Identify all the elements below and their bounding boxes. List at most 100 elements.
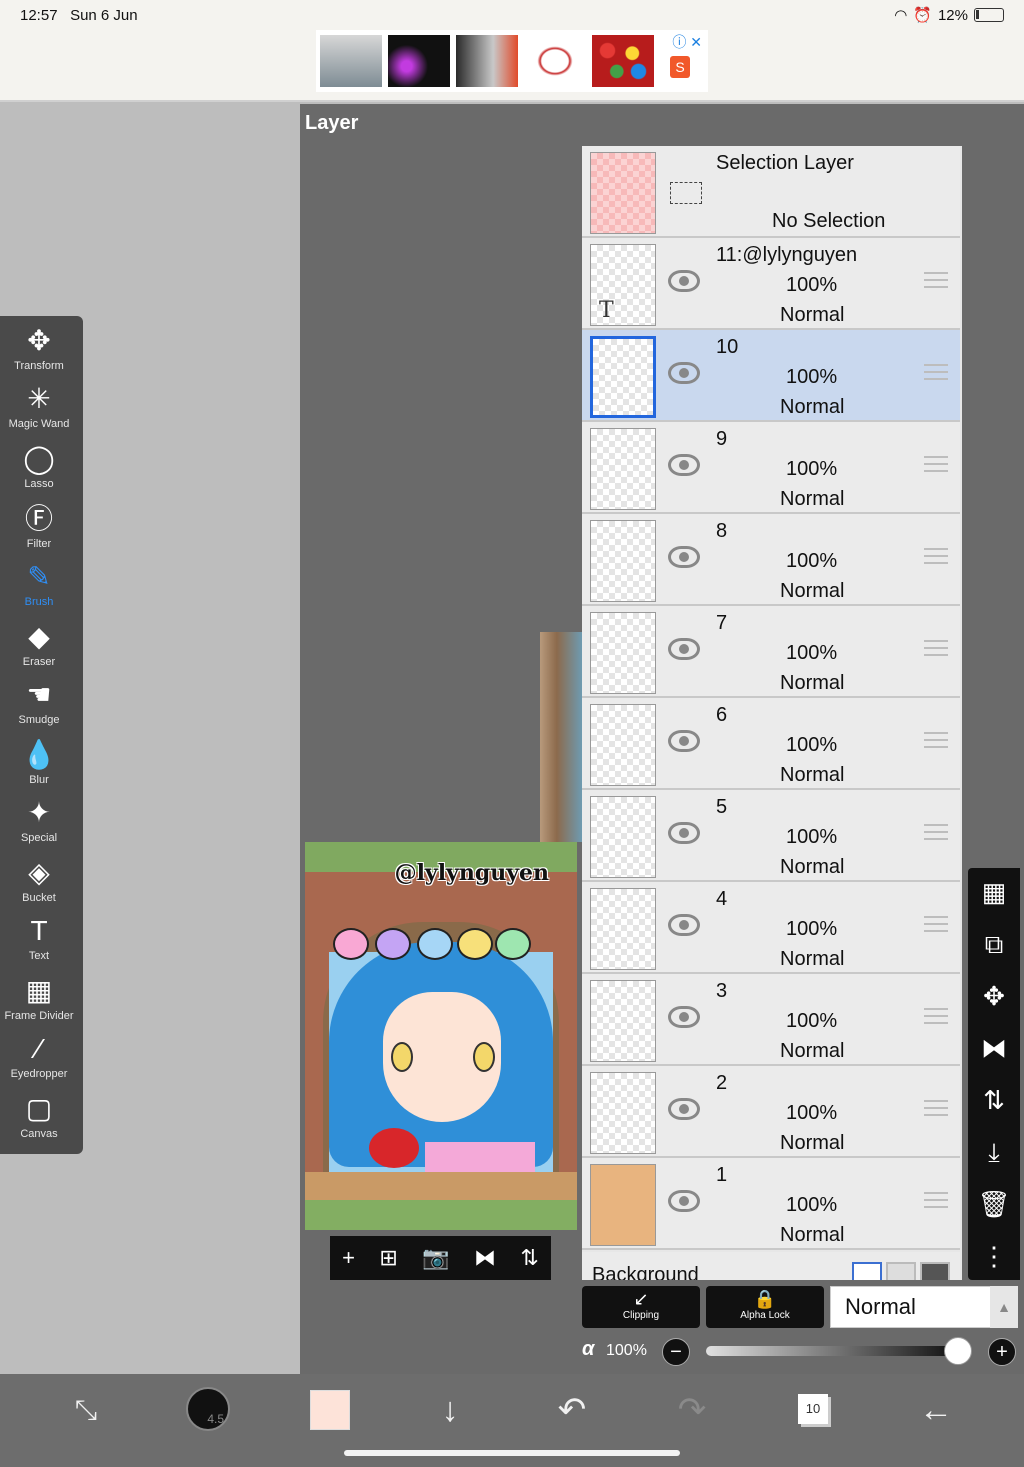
layer-thumbnail[interactable] (590, 704, 656, 786)
add-layer-icon[interactable]: + (342, 1245, 355, 1271)
tool-magic-wand[interactable]: ✳ Magic Wand (0, 382, 78, 431)
layer-thumbnail[interactable] (590, 428, 656, 510)
layer-thumbnail[interactable] (590, 980, 656, 1062)
delete-icon[interactable]: 🗑 (968, 1184, 1020, 1224)
undo-icon[interactable]: ↶ (542, 1388, 602, 1432)
info-icon[interactable]: ⓘ ✕ (672, 32, 702, 52)
layer-thumbnail[interactable]: T (590, 244, 656, 326)
drag-handle-icon[interactable] (924, 916, 948, 932)
opacity-decrease-button[interactable]: − (662, 1338, 690, 1366)
more-icon[interactable]: ⋮ (968, 1236, 1020, 1276)
flip-vertical-icon[interactable]: ⇅ (968, 1080, 1020, 1120)
drag-handle-icon[interactable] (924, 1192, 948, 1208)
selection-layer-row[interactable]: Selection Layer No Selection (582, 146, 960, 238)
layer-thumbnail[interactable] (590, 336, 656, 418)
layer-thumbnail[interactable] (590, 888, 656, 970)
ad-image-2[interactable] (388, 35, 450, 87)
eye-icon[interactable] (668, 546, 700, 568)
eye-icon[interactable] (668, 1006, 700, 1028)
move-icon[interactable]: ✥ (968, 976, 1020, 1016)
layer-row[interactable]: 10 100% Normal (582, 330, 960, 422)
layer-row[interactable]: 8 100% Normal (582, 514, 960, 606)
layer-row[interactable]: 9 100% Normal (582, 422, 960, 514)
tool-frame-divider[interactable]: ▦ Frame Divider (0, 974, 78, 1023)
drag-handle-icon[interactable] (924, 364, 948, 380)
opacity-increase-button[interactable]: + (988, 1338, 1016, 1366)
tool-eraser[interactable]: ◆ Eraser (0, 620, 78, 669)
layers-button[interactable]: 10 (798, 1394, 828, 1424)
canvas-preview[interactable]: @lylynguyen (305, 842, 577, 1230)
background-dark-swatch[interactable] (920, 1262, 950, 1280)
eye-icon[interactable] (668, 362, 700, 384)
drag-handle-icon[interactable] (924, 640, 948, 656)
chevron-up-icon[interactable]: ▲ (990, 1286, 1018, 1328)
tool-canvas[interactable]: ▢ Canvas (0, 1092, 78, 1141)
drag-handle-icon[interactable] (924, 456, 948, 472)
background-checker-swatch[interactable] (886, 1262, 916, 1280)
drag-handle-icon[interactable] (924, 732, 948, 748)
opacity-slider-knob[interactable] (944, 1337, 972, 1365)
layer-thumbnail[interactable] (590, 520, 656, 602)
shopping-bag-icon[interactable]: S (670, 56, 690, 78)
checker-icon[interactable]: ▦ (968, 872, 1020, 912)
ad-image-4[interactable] (524, 35, 586, 87)
layer-thumbnail[interactable] (590, 796, 656, 878)
color-picker-swatch[interactable] (310, 1390, 350, 1430)
tool-text[interactable]: T Text (0, 914, 78, 963)
eye-icon[interactable] (668, 914, 700, 936)
camera-icon[interactable]: 📷 (422, 1245, 449, 1271)
ad-image-3[interactable] (456, 35, 518, 87)
add-layer-copy-icon[interactable]: ⊞ (379, 1245, 397, 1271)
eye-icon[interactable] (668, 1190, 700, 1212)
ad-banner[interactable]: ⓘ ✕ S (316, 30, 708, 92)
eye-icon[interactable] (668, 822, 700, 844)
copy-layer-icon[interactable]: ⧉ (968, 924, 1020, 964)
clipping-button[interactable]: ↙ Clipping (582, 1286, 700, 1328)
eye-icon[interactable] (668, 1098, 700, 1120)
layer-row[interactable]: 7 100% Normal (582, 606, 960, 698)
arrow-down-icon[interactable]: ↓ (420, 1388, 480, 1432)
layer-row[interactable]: T 11:@lylynguyen 100% Normal (582, 238, 960, 330)
drag-handle-icon[interactable] (924, 824, 948, 840)
tool-bucket[interactable]: ◈ Bucket (0, 856, 78, 905)
layer-row[interactable]: 2 100% Normal (582, 1066, 960, 1158)
layer-row[interactable]: 4 100% Normal (582, 882, 960, 974)
tool-filter[interactable]: Ⓕ Filter (0, 502, 78, 551)
layer-thumbnail[interactable] (590, 612, 656, 694)
tool-transform[interactable]: ✥ Transform (0, 324, 78, 373)
tool-blur[interactable]: 💧 Blur (0, 738, 78, 787)
eye-icon[interactable] (668, 730, 700, 752)
drag-handle-icon[interactable] (924, 1100, 948, 1116)
layer-row[interactable]: 6 100% Normal (582, 698, 960, 790)
brush-size-indicator[interactable]: 4.5 (186, 1387, 230, 1431)
drag-handle-icon[interactable] (924, 1008, 948, 1024)
flip-horizontal-icon[interactable]: ⧓ (474, 1245, 496, 1271)
tool-brush[interactable]: ✎ Brush (0, 560, 78, 609)
alpha-lock-button[interactable]: 🔒 Alpha Lock (706, 1286, 824, 1328)
drag-handle-icon[interactable] (924, 272, 948, 288)
layer-row[interactable]: 1 100% Normal (582, 1158, 960, 1250)
merge-down-icon[interactable]: ⤓ (968, 1132, 1020, 1172)
background-row[interactable]: Background (582, 1252, 960, 1280)
layer-thumbnail[interactable] (590, 1072, 656, 1154)
flip-vertical-icon[interactable]: ⇅ (520, 1245, 538, 1271)
eye-icon[interactable] (668, 454, 700, 476)
opacity-slider[interactable] (706, 1346, 956, 1356)
tool-eyedropper[interactable]: ⁄ Eyedropper (0, 1032, 78, 1081)
redo-icon[interactable]: ↷ (662, 1388, 722, 1432)
flip-horizontal-icon[interactable]: ⧓ (968, 1028, 1020, 1068)
back-arrow-icon[interactable]: ← (906, 1388, 966, 1432)
tool-smudge[interactable]: ☚ Smudge (0, 678, 78, 727)
eye-icon[interactable] (668, 638, 700, 660)
ad-image-1[interactable] (320, 35, 382, 87)
drag-handle-icon[interactable] (924, 548, 948, 564)
ad-image-5[interactable] (592, 35, 654, 87)
transform-quick-icon[interactable]: ⤡ (56, 1388, 116, 1432)
layer-row[interactable]: 5 100% Normal (582, 790, 960, 882)
tool-lasso[interactable]: ◯ Lasso (0, 442, 78, 491)
background-white-swatch[interactable] (852, 1262, 882, 1280)
layer-row[interactable]: 3 100% Normal (582, 974, 960, 1066)
layer-thumbnail[interactable] (590, 1164, 656, 1246)
eye-icon[interactable] (668, 270, 700, 292)
tool-special[interactable]: ✦ Special (0, 796, 78, 845)
